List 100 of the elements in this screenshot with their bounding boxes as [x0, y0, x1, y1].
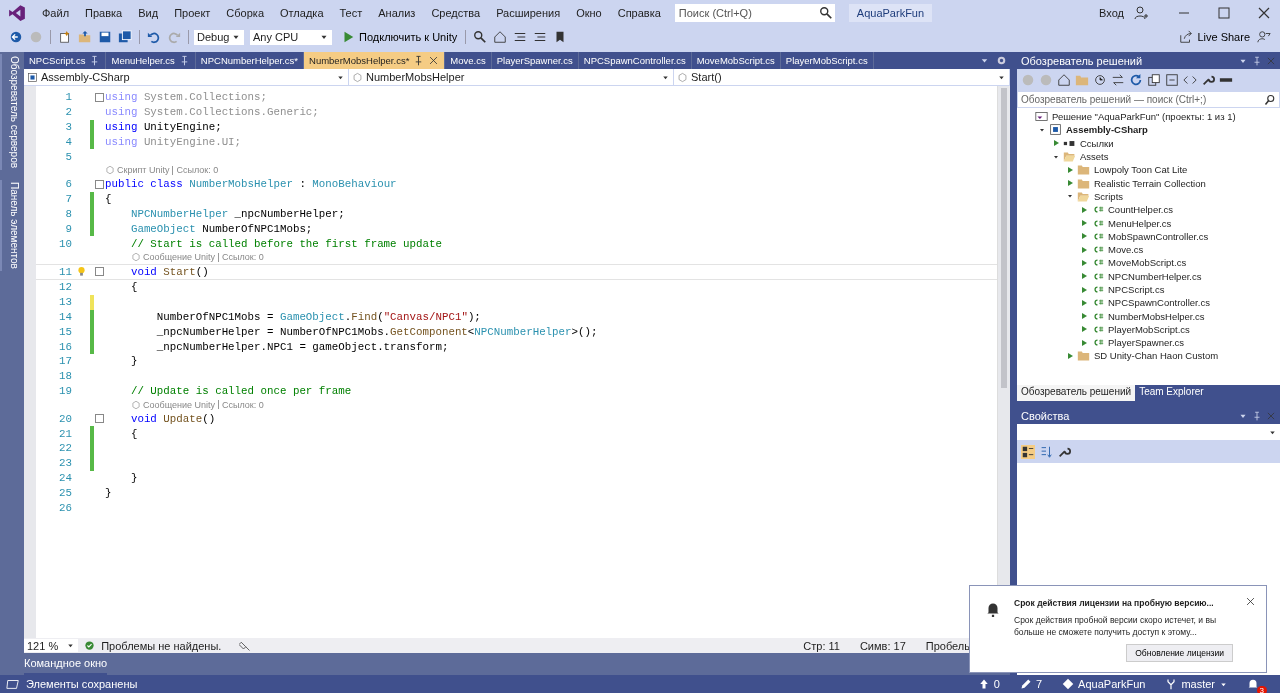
- configuration-dropdown[interactable]: Debug: [193, 28, 245, 46]
- view-code-icon[interactable]: [1183, 73, 1197, 87]
- menu-item[interactable]: Справка: [609, 4, 669, 22]
- menu-item[interactable]: Окно: [568, 4, 610, 22]
- tree-item[interactable]: MenuHelper.cs: [1017, 216, 1280, 230]
- spacing-mode[interactable]: Пробель: [925, 639, 970, 652]
- member-dropdown[interactable]: Start(): [674, 69, 1010, 85]
- pending-changes[interactable]: 7: [1020, 678, 1043, 690]
- menu-item[interactable]: Анализ: [370, 4, 424, 22]
- codelens-label[interactable]: Сообщение Unity: [143, 252, 215, 263]
- collapsed-arrow-icon[interactable]: [1080, 338, 1088, 347]
- tree-item[interactable]: PlayerMobScript.cs: [1017, 322, 1280, 337]
- pin-icon[interactable]: [1252, 410, 1262, 421]
- sign-in-link[interactable]: Вход: [1099, 7, 1124, 19]
- maximize-icon[interactable]: [1216, 5, 1232, 21]
- renew-license-button[interactable]: Обновление лицензии: [1126, 644, 1233, 662]
- tree-item[interactable]: Move.cs: [1017, 242, 1280, 257]
- close-icon[interactable]: [1245, 596, 1256, 607]
- lightbulb-icon[interactable]: [75, 266, 87, 278]
- open-folder-icon[interactable]: [78, 30, 92, 44]
- panel-tab[interactable]: Обозреватель решений: [1017, 385, 1136, 401]
- close-icon[interactable]: [1256, 5, 1272, 21]
- problems-status[interactable]: Проблемы не найдены.: [101, 639, 222, 652]
- person-add-icon[interactable]: [1133, 5, 1149, 21]
- search-field[interactable]: Обозреватель решений — поиск (Ctrl+;): [1017, 91, 1280, 108]
- collapsed-arrow-icon[interactable]: [1052, 139, 1060, 148]
- tree-item[interactable]: MobSpawnController.cs: [1017, 229, 1280, 243]
- platform-dropdown[interactable]: Any CPU: [249, 28, 333, 46]
- tree-item[interactable]: Realistic Terrain Collection: [1017, 176, 1280, 190]
- collapse-toggle[interactable]: [95, 179, 104, 189]
- codelens-label[interactable]: Скрипт Unity: [117, 165, 170, 176]
- brush-icon[interactable]: [239, 639, 252, 652]
- tree-item[interactable]: Assembly-CSharp: [1017, 123, 1280, 137]
- collapsed-arrow-icon[interactable]: [1080, 205, 1088, 214]
- sync-icon[interactable]: [1111, 73, 1125, 87]
- menu-item[interactable]: Проект: [166, 4, 219, 22]
- new-project-icon[interactable]: [58, 30, 72, 44]
- pin-icon[interactable]: [1252, 55, 1262, 66]
- tree-item[interactable]: NPCScript.cs: [1017, 282, 1280, 297]
- collapse-toggle[interactable]: [95, 414, 104, 424]
- repository-name[interactable]: AquaParkFun: [1062, 678, 1146, 690]
- collapse-toggle[interactable]: [95, 92, 104, 102]
- undo-icon[interactable]: [147, 30, 161, 44]
- tree-item[interactable]: Assets: [1017, 149, 1280, 164]
- live-share-button[interactable]: Live Share: [1175, 30, 1254, 44]
- codelens-references[interactable]: Ссылок: 0: [176, 165, 219, 176]
- tree-item[interactable]: Решение "AquaParkFun" (проекты: 1 из 1): [1017, 110, 1280, 124]
- menu-item[interactable]: Файл: [34, 4, 78, 22]
- collapsed-arrow-icon[interactable]: [1080, 258, 1088, 267]
- collapsed-arrow-icon[interactable]: [1080, 325, 1088, 334]
- codelens-label[interactable]: Сообщение Unity: [143, 399, 215, 410]
- tree-item[interactable]: NPCNumberHelper.cs: [1017, 269, 1280, 283]
- collapsed-arrow-icon[interactable]: [1080, 312, 1088, 321]
- menu-item[interactable]: Расширения: [488, 4, 569, 22]
- refresh-icon[interactable]: [1129, 73, 1143, 87]
- menu-item[interactable]: Средства: [423, 4, 489, 22]
- zoom-dropdown[interactable]: 121 %: [24, 639, 79, 652]
- tree-item[interactable]: MoveMobScript.cs: [1017, 256, 1280, 270]
- save-all-icon[interactable]: [118, 30, 132, 44]
- search-field[interactable]: Поиск (Ctrl+Q): [674, 4, 817, 22]
- alphabetical-icon[interactable]: [1039, 445, 1053, 459]
- close-icon[interactable]: [428, 55, 440, 66]
- project-dropdown[interactable]: Assembly-CSharp: [24, 69, 349, 85]
- branch-selector[interactable]: master: [1165, 678, 1228, 690]
- menu-item[interactable]: Правка: [77, 4, 131, 22]
- tree-item[interactable]: SD Unity-Chan Haon Custom: [1017, 349, 1280, 363]
- collapsed-arrow-icon[interactable]: [1080, 285, 1088, 294]
- feedback-icon[interactable]: [1257, 30, 1271, 44]
- collapsed-arrow-icon[interactable]: [1066, 165, 1074, 174]
- menu-item[interactable]: Вид: [130, 4, 167, 22]
- tree-item[interactable]: Lowpoly Toon Cat Lite: [1017, 163, 1280, 177]
- tree-item[interactable]: NPCSpawnController.cs: [1017, 296, 1280, 310]
- tree-item[interactable]: PlayerSpawner.cs: [1017, 336, 1280, 350]
- collapsed-arrow-icon[interactable]: [1080, 219, 1088, 227]
- tree-item[interactable]: CountHelper.cs: [1017, 203, 1280, 217]
- categorized-icon[interactable]: [1021, 445, 1035, 459]
- collapsed-arrow-icon[interactable]: [1066, 179, 1074, 188]
- codelens-references[interactable]: Ссылок: 0: [222, 399, 264, 410]
- save-icon[interactable]: [98, 30, 112, 44]
- find-icon[interactable]: [473, 30, 488, 44]
- collapsed-arrow-icon[interactable]: [1080, 232, 1088, 241]
- collapsed-arrow-icon[interactable]: [1080, 245, 1088, 254]
- menu-item[interactable]: Сборка: [218, 4, 272, 22]
- menu-item[interactable]: Тест: [331, 4, 371, 22]
- tree-item[interactable]: Ссылки: [1017, 136, 1280, 150]
- home-icon[interactable]: [493, 30, 508, 44]
- document-tab[interactable]: NumberMobsHelper.cs*: [304, 52, 446, 69]
- type-dropdown[interactable]: NumberMobsHelper: [349, 69, 674, 85]
- collapse-toggle[interactable]: [95, 267, 104, 277]
- attach-unity-button[interactable]: Подключить к Unity: [337, 30, 462, 44]
- collapsed-arrow-icon[interactable]: [1080, 298, 1088, 307]
- collapsed-arrow-icon[interactable]: [1080, 272, 1088, 281]
- tree-item[interactable]: NumberMobsHelper.cs: [1017, 309, 1280, 323]
- home-icon[interactable]: [1057, 73, 1071, 87]
- menu-item[interactable]: Отладка: [272, 4, 332, 22]
- notifications-icon[interactable]: [1246, 677, 1260, 691]
- codelens-references[interactable]: Ссылок: 0: [222, 252, 264, 263]
- panel-tab[interactable]: Team Explorer: [1135, 385, 1208, 401]
- collapsed-arrow-icon[interactable]: [1066, 352, 1074, 360]
- back-icon[interactable]: [9, 30, 23, 44]
